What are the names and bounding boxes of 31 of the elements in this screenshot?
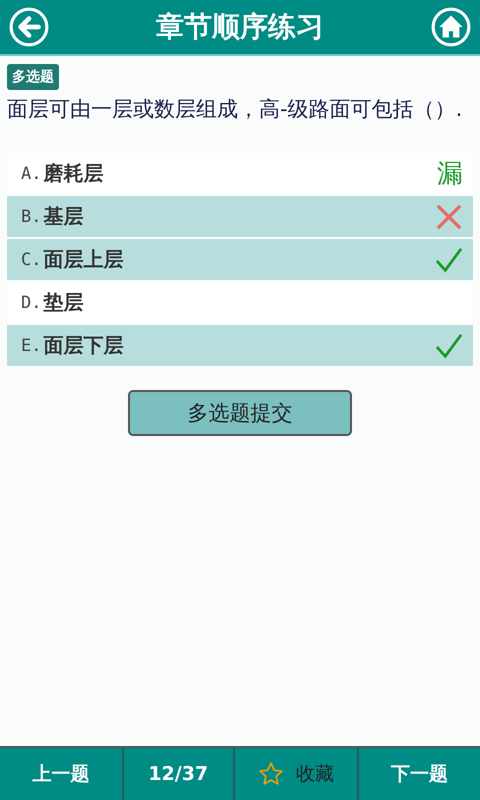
cross-icon — [435, 202, 463, 230]
answer-option[interactable]: B.基层 — [7, 196, 473, 237]
option-text: 基层 — [43, 203, 84, 230]
check-icon — [435, 246, 463, 274]
option-text: 磨耗层 — [43, 160, 104, 187]
option-text: 面层上层 — [43, 246, 124, 273]
answer-option[interactable]: D.垫层 — [7, 282, 473, 323]
home-icon[interactable] — [430, 6, 472, 48]
next-button[interactable]: 下一题 — [358, 748, 480, 800]
option-letter: E. — [21, 336, 42, 356]
answer-option[interactable]: A.磨耗层 漏 — [7, 153, 473, 194]
option-text: 面层下层 — [43, 332, 124, 359]
option-letter: D. — [21, 292, 42, 312]
option-letter: A. — [21, 164, 42, 184]
previous-button[interactable]: 上一题 — [0, 748, 124, 800]
progress-counter: 12/37 — [124, 748, 235, 800]
check-icon — [435, 332, 463, 360]
favorite-button[interactable]: 收藏 — [235, 748, 358, 800]
missed-mark: 漏 — [437, 158, 463, 191]
option-text: 垫层 — [43, 289, 84, 316]
favorite-label: 收藏 — [296, 762, 334, 787]
back-icon[interactable] — [8, 6, 50, 48]
question-text: 面层可由一层或数层组成，高-级路面可包括（）. — [7, 96, 464, 123]
submit-button[interactable]: 多选题提交 — [128, 390, 352, 436]
option-letter: C. — [21, 250, 42, 270]
question-type-badge: 多选题 — [7, 64, 59, 90]
star-icon — [258, 761, 284, 787]
option-letter: B. — [21, 206, 42, 226]
answer-option[interactable]: C.面层上层 — [7, 239, 473, 280]
page-title: 章节顺序练习 — [156, 9, 324, 45]
answer-option[interactable]: E.面层下层 — [7, 325, 473, 366]
